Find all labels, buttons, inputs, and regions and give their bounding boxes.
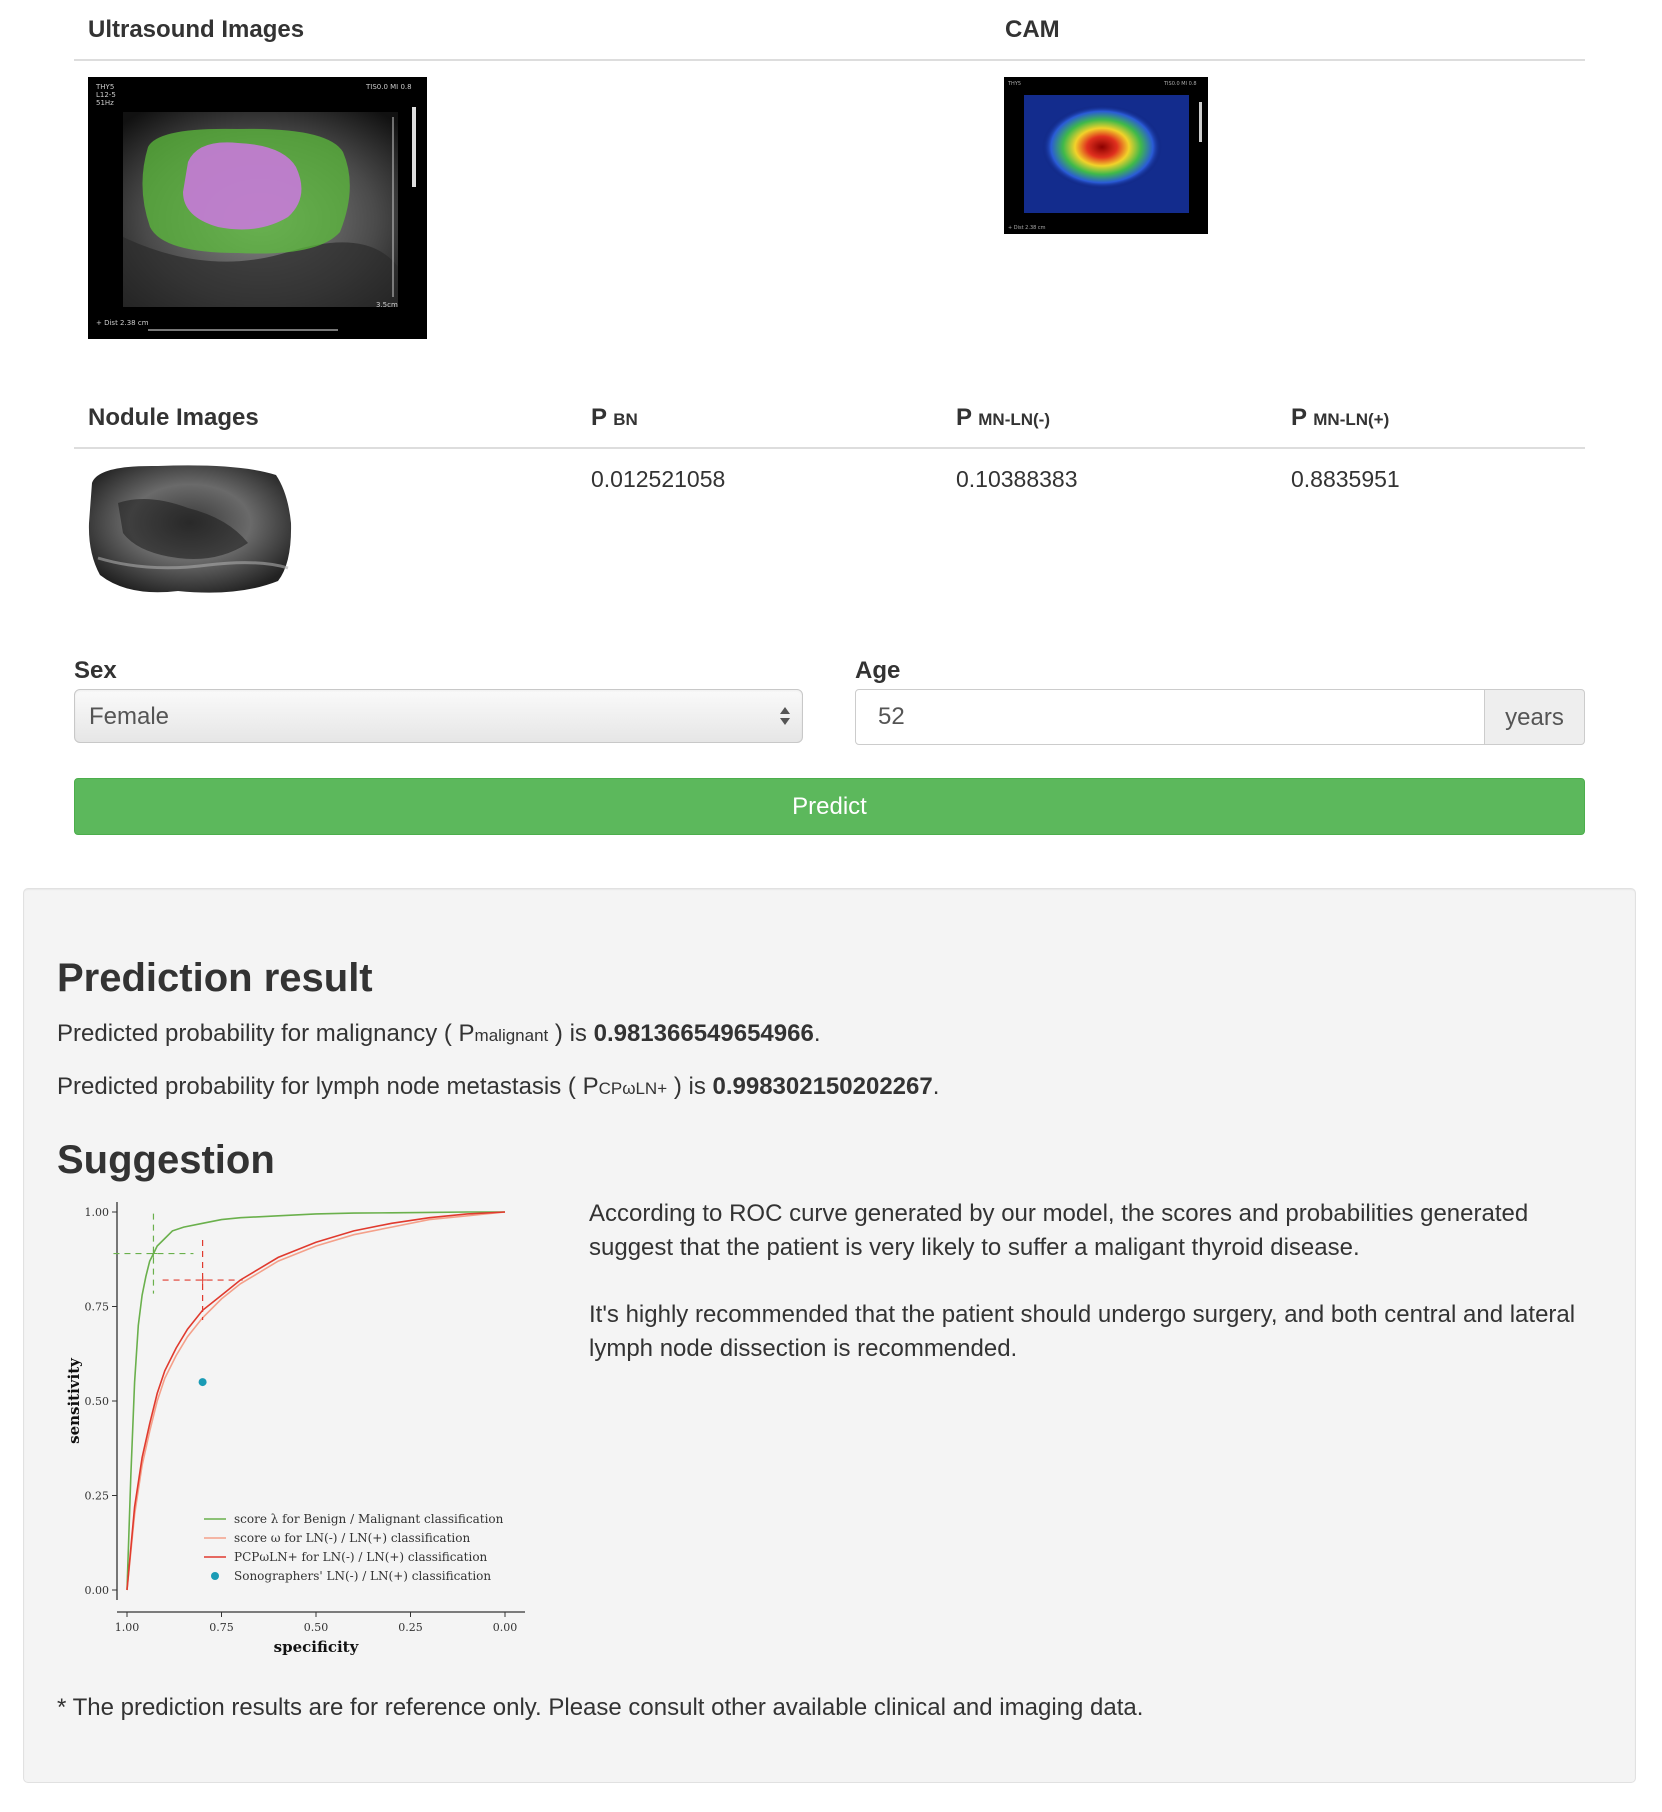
- roc-chart: 1.00 0.75 0.50 0.25 0.00 0.00 0.25 0.50 0.75 1.00…: [57, 1195, 537, 1675]
- svg-text:TIS0.0 MI 0.8: TIS0.0 MI 0.8: [1163, 81, 1197, 87]
- disclaimer-note: * The prediction results are for referen…: [57, 1694, 1144, 1721]
- table-divider: [74, 447, 1585, 449]
- predict-button[interactable]: Predict: [74, 778, 1585, 835]
- x-tick-label: 0.00: [493, 1621, 518, 1634]
- p-bn-symbol: P: [591, 404, 607, 431]
- x-tick-label: 0.25: [398, 1621, 423, 1634]
- x-tick-label: 1.00: [115, 1621, 140, 1634]
- p-mn-ln-neg-subscript: MN-LN(-): [978, 410, 1050, 429]
- suggestion-paragraph-1: According to ROC curve generated by our …: [589, 1200, 1529, 1261]
- line1-prefix: Predicted probability for malignancy (: [57, 1020, 459, 1047]
- p-cpwln-subscript: CPωLN+: [598, 1079, 668, 1098]
- age-label: Age: [855, 657, 901, 684]
- ultrasound-images-header: Ultrasound Images: [88, 16, 305, 43]
- legend-swatch: [211, 1572, 219, 1580]
- y-axis-label: sensitivity: [65, 1357, 83, 1444]
- roc-legend: score λ for Benign / Malignant classific…: [204, 1512, 504, 1583]
- table-divider: [74, 59, 1585, 61]
- suggestion-title: Suggestion: [57, 1138, 275, 1182]
- legend-label: Sonographers' LN(-) / LN(+) classificati…: [234, 1569, 491, 1583]
- sex-label: Sex: [74, 657, 117, 684]
- y-tick-label: 0.75: [85, 1301, 110, 1314]
- p-mn-ln-pos-header: P MN-LN(+): [1291, 404, 1389, 432]
- cam-header: CAM: [1005, 16, 1060, 43]
- nodule-images-header: Nodule Images: [88, 404, 259, 431]
- roc-axes: 1.00 0.75 0.50 0.25 0.00 0.00 0.25 0.50 0.75 1.00…: [65, 1202, 525, 1656]
- p-cpwln-symbol: P: [582, 1073, 599, 1100]
- age-unit-addon: years: [1484, 689, 1585, 745]
- svg-text:+ Dist 2.38 cm: + Dist 2.38 cm: [96, 319, 149, 327]
- age-input-value: 52: [878, 703, 905, 730]
- ultrasound-image: THY5 L12-5 51Hz TIS0.0 MI 0.8 + Dist 2.3…: [88, 77, 427, 339]
- p-mn-ln-neg-header: P MN-LN(-): [956, 404, 1050, 432]
- y-tick-label: 0.50: [85, 1395, 110, 1408]
- p-bn-subscript: BN: [613, 410, 638, 429]
- nodule-image: [88, 463, 292, 597]
- sex-select[interactable]: Female: [74, 689, 803, 743]
- p-mn-ln-pos-symbol: P: [1291, 404, 1307, 431]
- malignancy-probability-value: 0.981366549654966: [593, 1020, 814, 1047]
- lymph-node-probability-text: Predicted probability for lymph node met…: [57, 1070, 939, 1106]
- p-mn-ln-neg-value: 0.10388383: [956, 466, 1078, 492]
- p-mn-ln-pos-subscript: MN-LN(+): [1313, 410, 1390, 429]
- malignancy-probability-text: Predicted probability for malignancy ( P…: [57, 1017, 821, 1053]
- age-input[interactable]: 52: [855, 689, 1485, 745]
- x-tick-label: 0.50: [304, 1621, 329, 1634]
- y-tick-label: 0.00: [85, 1584, 110, 1597]
- suggestion-text: According to ROC curve generated by our …: [589, 1197, 1599, 1399]
- p-bn-header: P BN: [591, 404, 638, 432]
- legend-label: score ω for LN(-) / LN(+) classification: [234, 1531, 470, 1545]
- cam-image: THY5 TIS0.0 MI 0.8 + Dist 2.38 cm: [1004, 77, 1208, 234]
- line2-mid: ) is: [667, 1073, 713, 1100]
- cutoff-marker: +: [198, 1273, 208, 1287]
- line2-prefix: Predicted probability for lymph node met…: [57, 1073, 583, 1100]
- svg-text:THY5: THY5: [1007, 81, 1021, 87]
- line1-end: .: [813, 1020, 821, 1047]
- y-tick-label: 0.25: [85, 1490, 110, 1503]
- select-arrows-icon: [780, 707, 790, 725]
- y-tick-label: 1.00: [85, 1206, 110, 1219]
- p-bn-value: 0.012521058: [591, 466, 726, 492]
- svg-text:L12-5: L12-5: [96, 91, 116, 99]
- suggestion-paragraph-2: It's highly recommended that the patient…: [589, 1301, 1576, 1362]
- p-mn-ln-pos-value: 0.8835951: [1291, 466, 1400, 492]
- line1-mid: ) is: [548, 1020, 594, 1047]
- sex-select-value: Female: [89, 703, 170, 730]
- svg-text:51Hz: 51Hz: [96, 99, 114, 107]
- x-tick-label: 0.75: [209, 1621, 234, 1634]
- x-axis-label: specificity: [274, 1638, 360, 1656]
- svg-text:TIS0.0 MI 0.8: TIS0.0 MI 0.8: [365, 83, 412, 91]
- legend-label: PCPωLN+ for LN(-) / LN(+) classification: [234, 1550, 488, 1564]
- svg-text:+ Dist 2.38 cm: + Dist 2.38 cm: [1008, 225, 1046, 231]
- p-malignant-subscript: malignant: [474, 1026, 549, 1045]
- sonographer-point: [198, 1378, 207, 1387]
- svg-text:THY5: THY5: [95, 83, 114, 91]
- svg-text:3.5cm: 3.5cm: [376, 301, 398, 309]
- prediction-result-title: Prediction result: [57, 956, 373, 1000]
- lymph-node-probability-value: 0.998302150202267: [712, 1073, 933, 1100]
- p-mn-ln-neg-symbol: P: [956, 404, 972, 431]
- age-unit-label: years: [1505, 704, 1564, 731]
- line2-end: .: [932, 1073, 940, 1100]
- p-malignant-symbol: P: [458, 1020, 475, 1047]
- legend-label: score λ for Benign / Malignant classific…: [234, 1512, 504, 1526]
- cutoff-marker: +: [148, 1247, 158, 1261]
